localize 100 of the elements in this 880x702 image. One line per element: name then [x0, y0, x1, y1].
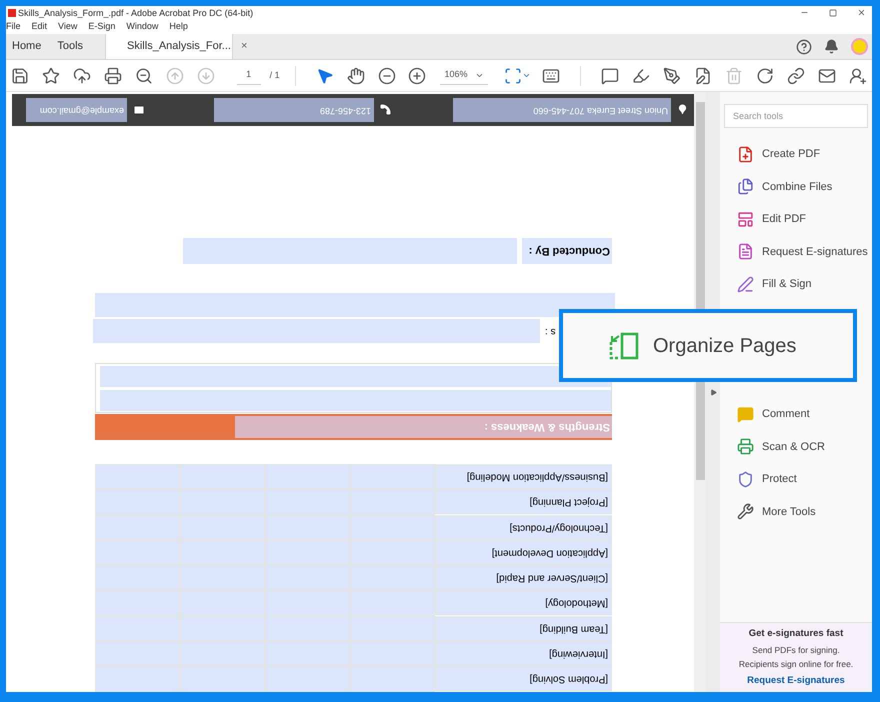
promo-text: Send PDFs for signing.: [752, 644, 840, 656]
pen-nib-icon: [663, 66, 682, 84]
form-field[interactable]: [93, 319, 540, 343]
table-cell[interactable]: [95, 540, 180, 566]
search-field[interactable]: Search tools: [724, 104, 868, 128]
tab[interactable]: Home: [6, 34, 48, 59]
contact-field: example@gmail.com: [26, 98, 127, 122]
magnifier-icon: [134, 66, 153, 84]
contact-field: Union Street Eureka 707-445-660: [453, 98, 671, 122]
tool-item[interactable]: Comment: [720, 398, 872, 430]
table-cell[interactable]: [265, 464, 350, 490]
table-cell[interactable]: [265, 666, 350, 692]
pen-icon: [737, 276, 754, 293]
link-icon: [787, 66, 806, 84]
table-cell: [Methodology]: [435, 590, 612, 616]
window-title: Skills_Analysis_Form_.pdf - Adobe Acrobat Pro DC (64-bit): [18, 8, 254, 18]
form-field[interactable]: [100, 366, 611, 387]
table-cell[interactable]: [350, 616, 435, 642]
table-cell[interactable]: [350, 590, 435, 616]
table-cell[interactable]: [95, 616, 180, 642]
table-cell: [Team Building]: [435, 616, 612, 642]
fit-page-icon: [504, 66, 522, 84]
caret-icon: [522, 71, 531, 80]
menu-item[interactable]: Help: [169, 20, 188, 34]
menu-item[interactable]: E-Sign: [88, 20, 116, 34]
page-count: / 1: [270, 68, 280, 82]
form-field[interactable]: [183, 238, 517, 264]
menu-item[interactable]: Edit: [32, 20, 48, 34]
zoom-field[interactable]: 106%: [440, 66, 488, 84]
promo-title: Get e-signatures fast: [748, 626, 844, 640]
hand-icon: [346, 66, 365, 84]
request-signatures-link[interactable]: Request E-signatures: [747, 674, 845, 688]
form-label: s :: [545, 324, 556, 338]
table-cell[interactable]: [95, 666, 180, 692]
table-cell[interactable]: [95, 590, 180, 616]
arrow-down-icon: [196, 66, 215, 84]
highlighter-icon: [632, 66, 650, 84]
table-cell[interactable]: [350, 666, 435, 692]
expand-arrow-icon: [710, 388, 716, 396]
tool-item[interactable]: Protect: [720, 463, 872, 496]
form-label: Conducted By :: [522, 238, 612, 264]
tool-item[interactable]: Fill & Sign: [720, 268, 872, 300]
tool-item[interactable]: Edit PDF: [720, 203, 872, 236]
document-icon: [737, 243, 754, 260]
page-number-field[interactable]: 1: [236, 66, 261, 84]
contact-field: 123-456-789: [214, 98, 374, 122]
table-cell[interactable]: [350, 464, 435, 490]
table-cell[interactable]: [350, 514, 435, 540]
section-heading: Strengths & Weakness :: [235, 416, 612, 438]
form-field[interactable]: [95, 293, 615, 317]
phone-icon: [380, 104, 391, 116]
form-field[interactable]: [100, 390, 611, 411]
close-icon[interactable]: [857, 8, 866, 17]
maximize-icon[interactable]: [829, 8, 837, 16]
bell-icon[interactable]: [824, 39, 839, 54]
table-cell: [Problem Solving]: [435, 666, 612, 692]
minus-icon: [378, 66, 396, 84]
layout-icon: [737, 210, 754, 228]
table-cell: [Interviewing]: [435, 641, 612, 666]
menu-item[interactable]: File: [6, 20, 21, 34]
organize-pages-tooltip[interactable]: Organize Pages: [559, 309, 857, 382]
app-icon: [8, 8, 16, 16]
wrench-icon: [737, 503, 754, 520]
table-cell[interactable]: [95, 489, 180, 515]
keyboard-icon: [542, 66, 560, 84]
shield-icon: [737, 470, 754, 488]
page-plus-icon: [737, 146, 754, 163]
table-cell: [Project Planning]: [435, 489, 612, 515]
table-cell: [Client/Server and Rapid]: [435, 565, 612, 590]
table-cell[interactable]: [95, 464, 180, 490]
table-cell: [Business/Application Modeling]: [435, 464, 612, 490]
cloud-upload-icon: [72, 66, 91, 84]
tool-item[interactable]: Combine Files: [720, 170, 872, 203]
table-cell: [Application Development]: [435, 540, 612, 566]
table-cell[interactable]: [180, 666, 265, 692]
envelope-icon: [818, 66, 836, 84]
scanner-icon: [737, 438, 754, 456]
close-tab-button[interactable]: ×: [240, 38, 248, 55]
tool-item[interactable]: Scan & OCR: [720, 430, 872, 463]
pointer-icon: [316, 66, 334, 84]
arrow-up-icon: [166, 66, 184, 84]
table-cell[interactable]: [95, 514, 180, 540]
table-cell[interactable]: [350, 489, 435, 515]
star-icon: [42, 66, 60, 84]
tool-item[interactable]: Request E-signatures: [720, 236, 872, 268]
table-cell[interactable]: [95, 641, 180, 666]
tool-item[interactable]: More Tools: [720, 496, 872, 528]
tab[interactable]: Tools: [51, 34, 90, 59]
page-pen-icon: [694, 66, 712, 84]
rotate-icon: [756, 66, 774, 84]
avatar[interactable]: [851, 38, 868, 55]
envelope-icon: [133, 104, 145, 116]
plus-icon: [408, 66, 426, 84]
menu-item[interactable]: View: [58, 20, 78, 34]
table-cell[interactable]: [95, 565, 180, 590]
printer-icon: [104, 66, 122, 84]
help-icon[interactable]: [796, 38, 812, 54]
menu-item[interactable]: Window: [126, 20, 158, 34]
tool-item[interactable]: Create PDF: [720, 138, 872, 170]
table-cell[interactable]: [180, 464, 265, 490]
